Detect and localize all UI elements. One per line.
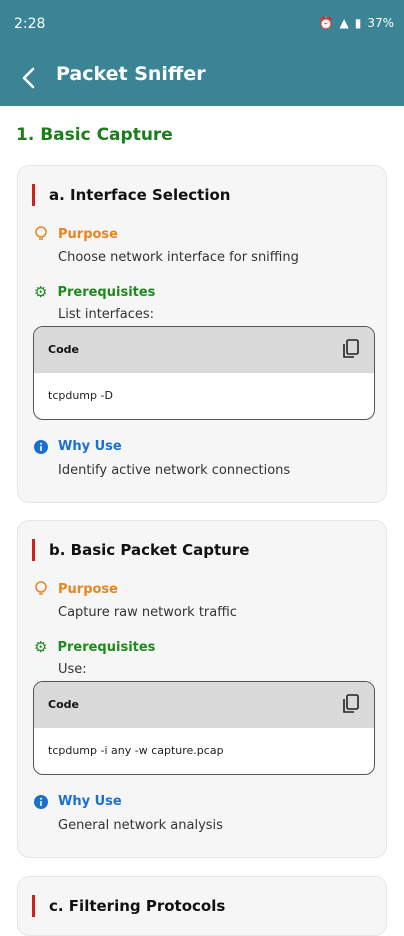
code-block: Code tcpdump -D <box>33 326 375 420</box>
why-label: Why Use <box>58 439 122 454</box>
info-icon <box>34 794 48 809</box>
purpose-label: Purpose <box>58 581 118 597</box>
card-title: a. Interface Selection <box>49 186 231 204</box>
battery-icon: ▮ <box>354 16 362 30</box>
purpose-row: Purpose <box>34 581 118 597</box>
prereq-label: Prerequisites <box>57 639 156 655</box>
alarm-icon: ⏰ <box>318 16 334 30</box>
topic-card: c. Filtering Protocols <box>17 876 387 936</box>
code-header: Code <box>34 327 374 373</box>
prereq-row: ⚙ Prerequisites <box>34 638 155 656</box>
card-header: b. Basic Packet Capture <box>32 539 249 561</box>
prereq-text: List interfaces: <box>58 307 154 322</box>
why-label: Why Use <box>58 794 122 809</box>
why-text: General network analysis <box>58 818 223 833</box>
signal-icon: ▲ <box>339 16 349 30</box>
accent-bar <box>32 184 35 206</box>
copy-icon[interactable] <box>342 694 360 714</box>
code-text: tcpdump -i any -w capture.pcap <box>48 744 224 757</box>
purpose-label: Purpose <box>58 226 118 242</box>
code-block: Code tcpdump -i any -w capture.pcap <box>33 681 375 775</box>
lightbulb-icon <box>35 226 47 240</box>
code-text: tcpdump -D <box>48 389 113 402</box>
code-label: Code <box>48 698 79 711</box>
code-label: Code <box>48 343 79 356</box>
card-header: a. Interface Selection <box>32 184 230 206</box>
purpose-row: Purpose <box>34 226 118 242</box>
accent-bar <box>32 895 35 917</box>
accent-bar <box>32 539 35 561</box>
battery-percent: 37% <box>367 16 394 30</box>
section-title: 1. Basic Capture <box>16 125 173 145</box>
copy-icon[interactable] <box>342 339 360 359</box>
card-header: c. Filtering Protocols <box>32 895 225 917</box>
purpose-text: Capture raw network traffic <box>58 605 237 620</box>
lightbulb-icon <box>35 581 47 595</box>
card-title: b. Basic Packet Capture <box>49 541 250 559</box>
status-time: 2:28 <box>14 16 46 32</box>
topic-card: a. Interface Selection Purpose Choose ne… <box>17 165 387 503</box>
status-icons: ⏰ ▲ ▮ 37% <box>319 16 394 30</box>
why-row: Why Use <box>34 439 122 454</box>
prereq-text: Use: <box>58 662 87 677</box>
toolbar: Packet Sniffer <box>0 50 404 106</box>
status-bar: 2:28 ⏰ ▲ ▮ 37% <box>0 0 404 50</box>
info-icon <box>34 439 48 454</box>
prereq-row: ⚙ Prerequisites <box>34 283 155 301</box>
purpose-text: Choose network interface for sniffing <box>58 250 299 265</box>
back-arrow-icon[interactable] <box>18 64 42 92</box>
gear-icon: ⚙ <box>34 638 48 656</box>
page-title: Packet Sniffer <box>56 63 206 85</box>
why-row: Why Use <box>34 794 122 809</box>
code-header: Code <box>34 682 374 728</box>
prereq-label: Prerequisites <box>57 284 156 300</box>
app-bar: 2:28 ⏰ ▲ ▮ 37% Packet Sniffer <box>0 0 404 106</box>
topic-card: b. Basic Packet Capture Purpose Capture … <box>17 520 387 858</box>
gear-icon: ⚙ <box>34 283 48 301</box>
why-text: Identify active network connections <box>58 463 291 478</box>
